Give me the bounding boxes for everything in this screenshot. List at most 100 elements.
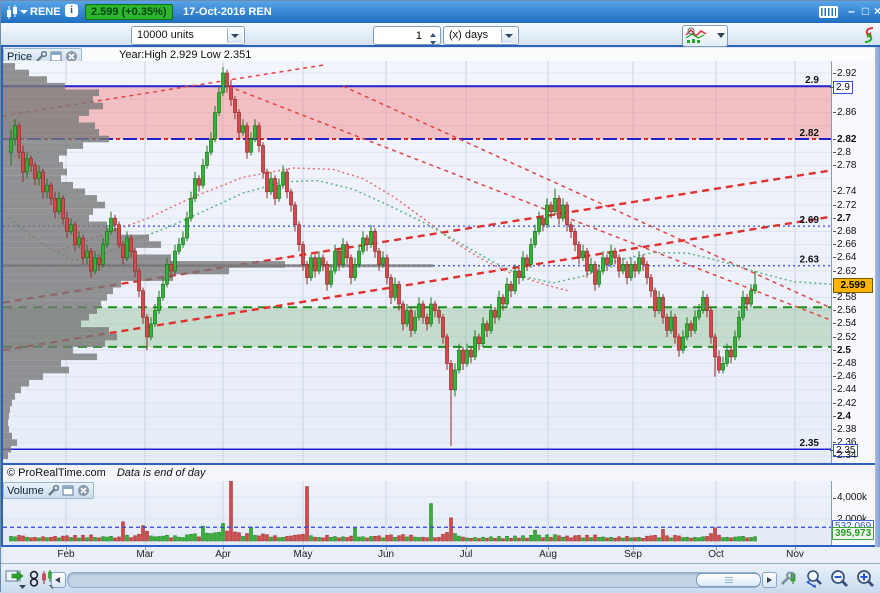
interval-input[interactable] (376, 27, 424, 44)
zoom-out-icon[interactable] (829, 569, 851, 589)
volume-profile-bar (3, 63, 15, 70)
zoom-range-icon[interactable] (803, 569, 825, 589)
candle-body (458, 350, 461, 370)
chevron-down-icon[interactable] (227, 28, 243, 43)
minimize-button[interactable]: – (844, 4, 859, 19)
time-axis[interactable]: FebMarAprMayJunJulAugSepOctNov (3, 547, 880, 563)
price-tick-label: 2.54 (837, 318, 856, 329)
candle-body (234, 99, 237, 112)
volume-bar (498, 536, 501, 541)
chart-settings-icon[interactable] (780, 569, 799, 589)
price-chart-svg[interactable]: 2.92.822.692.632.35 (3, 61, 831, 463)
candle-body (694, 317, 697, 330)
volume-bar (750, 537, 753, 541)
scroll-left-button[interactable] (51, 572, 66, 588)
volume-bar (438, 537, 441, 541)
compare-symbols-icon[interactable] (28, 569, 40, 589)
volume-bar (298, 535, 301, 541)
volume-axis[interactable]: 4,000k 2,000k 532,069 395,973 (831, 481, 875, 545)
candle-body (690, 324, 693, 331)
volume-profile-bar (3, 228, 121, 235)
symbol-label[interactable]: RENE (30, 1, 61, 23)
volume-profile-bar (3, 387, 21, 394)
candle-body (202, 165, 205, 185)
volume-bar (170, 538, 173, 541)
export-chart-icon[interactable] (5, 569, 27, 589)
volume-chart-svg[interactable] (3, 481, 831, 545)
close-button[interactable]: × (870, 4, 880, 19)
volume-bar (78, 538, 81, 541)
candle-body (206, 152, 209, 165)
wrench-icon[interactable] (47, 485, 59, 497)
chart-type-icon (683, 26, 725, 44)
month-label: Nov (786, 549, 804, 560)
price-tick-label: 2.48 (837, 358, 856, 369)
volume-bar (466, 538, 469, 541)
volume-bar (650, 536, 653, 541)
scrollbar-track[interactable] (67, 572, 761, 588)
volume-bar (70, 537, 73, 541)
volume-profile-bar (3, 420, 8, 427)
volume-profile-bar (3, 413, 9, 420)
candle-body (494, 311, 497, 318)
price-tick-label: 2.5 (837, 345, 851, 356)
volume-bar (630, 538, 633, 541)
candle-body (146, 317, 149, 337)
chart-type-button[interactable] (682, 25, 728, 47)
volume-profile-bar (3, 288, 113, 295)
candlestick-icon (5, 4, 19, 20)
candle-body (266, 172, 269, 192)
volume-bar (566, 536, 569, 541)
candle-body (242, 126, 245, 133)
date-label: 17-Oct-2016 REN (183, 1, 272, 23)
volume-bar (418, 537, 421, 541)
price-axis[interactable]: 2.922.92.862.822.82.782.742.722.72.682.6… (831, 61, 875, 463)
volume-bar (358, 537, 361, 541)
candle-body (506, 284, 509, 304)
price-chart-area[interactable]: 2.92.822.692.632.35 (3, 61, 831, 463)
candle-body (594, 264, 597, 284)
volume-profile-bar (3, 334, 117, 341)
volume-bar (42, 537, 45, 541)
stepper-up-icon[interactable] (428, 28, 438, 35)
volume-chart-area[interactable] (3, 481, 831, 545)
price-tick-label: 2.72 (837, 200, 856, 211)
volume-bar (194, 534, 197, 541)
symbol-dropdown-caret[interactable] (20, 10, 28, 14)
volume-bar (138, 534, 141, 541)
candle-body (462, 350, 465, 363)
candle-body (714, 337, 717, 357)
candle-body (538, 218, 541, 231)
scrollbar-thumb[interactable] (696, 573, 761, 587)
volume-bar (30, 538, 33, 541)
candle-body (190, 198, 193, 218)
candle-body (390, 278, 393, 298)
candle-body (718, 357, 721, 370)
arrange-panels-icon[interactable] (859, 24, 879, 46)
volume-bar (326, 535, 329, 541)
scroll-right-button[interactable] (762, 572, 777, 588)
volume-bar (670, 538, 673, 541)
volume-bar (10, 536, 13, 541)
volume-bar (654, 535, 657, 541)
stepper-down-icon[interactable] (428, 36, 438, 43)
detach-window-icon[interactable] (62, 485, 74, 496)
chevron-down-icon[interactable] (501, 28, 517, 43)
zoom-in-icon[interactable] (855, 569, 877, 589)
price-tick-label: 2.56 (837, 305, 856, 316)
interval-unit-select[interactable]: (x) days (443, 26, 519, 45)
volume-profile-bar (3, 70, 29, 77)
candle-body (350, 258, 353, 278)
close-pane-icon[interactable] (77, 484, 90, 497)
units-select[interactable]: 10000 units (131, 26, 245, 45)
keyboard-icon[interactable] (819, 6, 838, 18)
level-label: 2.69 (800, 215, 820, 226)
interval-stepper[interactable] (373, 26, 441, 45)
volume-bar (690, 538, 693, 541)
info-icon[interactable]: i (65, 4, 78, 17)
volume-bar (282, 537, 285, 541)
volume-bar (394, 537, 397, 541)
volume-bar (578, 535, 581, 541)
copyright-text: © ProRealTime.com (7, 467, 106, 479)
level-label: 2.82 (800, 128, 820, 139)
